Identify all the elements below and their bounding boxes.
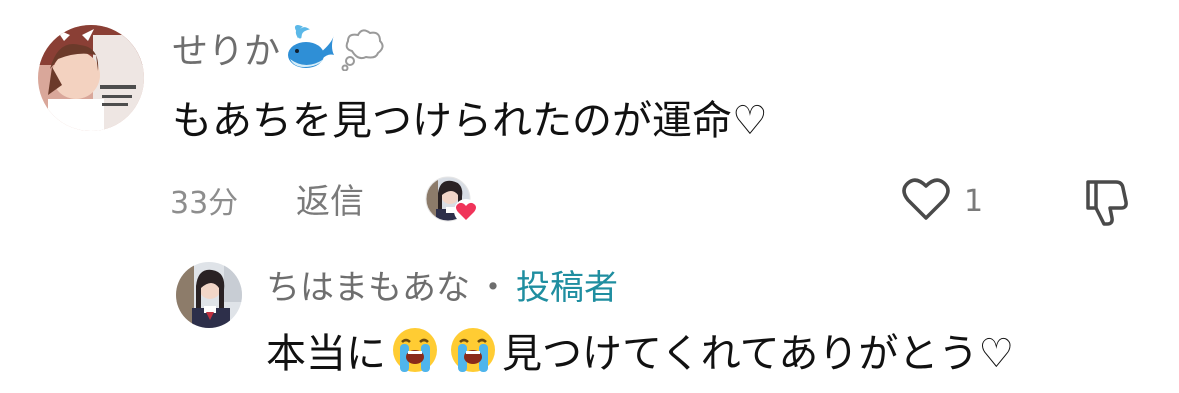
like-button[interactable]: 1 — [900, 176, 1000, 226]
reply-text-before: 本当に — [266, 331, 386, 377]
username-text: せりか — [172, 31, 281, 72]
reply-header: ちはまもあな ・ 投稿者 — [266, 260, 618, 309]
thought-balloon-icon — [340, 25, 386, 71]
comment-username[interactable]: せりか — [172, 22, 386, 74]
reply-button[interactable]: 返信 — [296, 174, 364, 223]
loudly-crying-face-icon — [390, 325, 440, 375]
comment-timestamp: 33分 — [170, 186, 239, 221]
like-count: 1 — [964, 183, 984, 219]
comment-text: もあちを見つけられたのが運命♡ — [172, 98, 768, 144]
whale-icon — [284, 25, 336, 71]
dislike-button[interactable] — [1080, 174, 1136, 230]
creator-badge: 投稿者 — [516, 268, 618, 308]
avatar[interactable] — [38, 25, 144, 131]
creator-liked-badge — [424, 175, 482, 227]
loudly-crying-face-icon — [448, 325, 498, 375]
reply-username[interactable]: ちはまもあな — [266, 260, 470, 309]
heart-icon — [900, 176, 952, 226]
reply-text-after: 見つけてくれてありがとう♡ — [502, 331, 1015, 377]
avatar[interactable] — [176, 262, 242, 328]
comment-thread: せりか もあちを見つけられたのが運命♡ 33分 返信 1 ちはまもあな ・ 投稿… — [0, 0, 1179, 393]
thumbs-down-icon — [1080, 180, 1136, 234]
separator: ・ — [476, 268, 510, 308]
reply-text: 本当に 見つけてくれてありがとう♡ — [266, 322, 1014, 378]
